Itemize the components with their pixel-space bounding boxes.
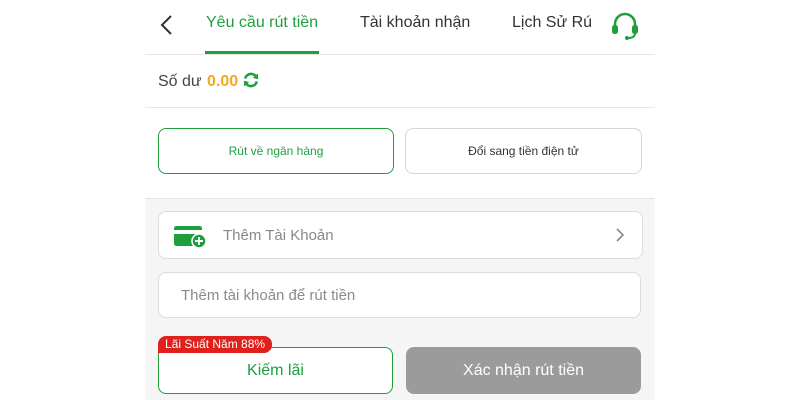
chevron-right-icon [616,228,625,242]
account-input[interactable] [159,273,640,317]
balance-row: Số dư 0.00 [145,55,655,108]
wallet-add-icon [174,226,207,249]
add-account-label: Thêm Tài Khoản [223,227,334,244]
withdraw-method-section: Rút về ngân hàng Đổi sang tiền điện tử [145,108,655,199]
account-field [158,272,641,318]
tab-receiving-account[interactable]: Tài khoản nhận [360,14,470,32]
active-tab-indicator [205,51,319,54]
balance-value: 0.00 [207,73,239,90]
add-account-row[interactable]: Thêm Tài Khoản [158,211,643,259]
balance-label: Số dư [158,73,202,90]
tab-withdraw-request[interactable]: Yêu cầu rút tiền [206,14,318,32]
bank-withdraw-button[interactable]: Rút về ngân hàng [158,128,394,174]
interest-rate-badge: Lãi Suất Năm 88% [158,336,273,353]
tab-history[interactable]: Lịch Sử Rú [512,14,592,32]
earn-interest-button[interactable]: Kiếm lãi [158,347,393,394]
withdraw-screen: Yêu cầu rút tiền Tài khoản nhận Lịch Sử … [145,0,655,400]
chevron-left-icon[interactable] [157,13,177,37]
confirm-withdraw-button[interactable]: Xác nhận rút tiền [406,347,641,394]
top-nav: Yêu cầu rút tiền Tài khoản nhận Lịch Sử … [145,0,655,55]
headset-icon[interactable] [609,10,641,42]
crypto-exchange-button[interactable]: Đổi sang tiền điện tử [405,128,642,174]
refresh-icon[interactable] [242,71,260,89]
